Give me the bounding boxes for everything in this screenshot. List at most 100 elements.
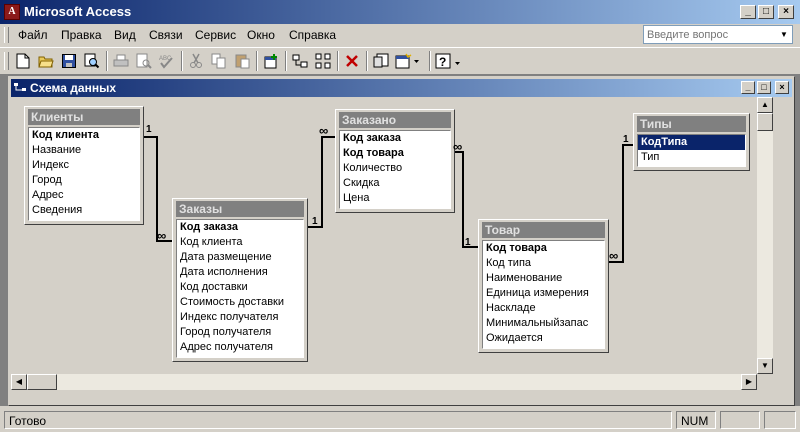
maximize-button[interactable]: □ bbox=[758, 5, 774, 19]
minimize-button[interactable]: _ bbox=[740, 5, 756, 19]
table-types[interactable]: Типы КодТипа Тип bbox=[633, 113, 750, 171]
menu-relationships[interactable]: Связи bbox=[149, 28, 183, 42]
toolbar: ABC ? bbox=[0, 47, 800, 74]
close-button[interactable]: × bbox=[778, 5, 794, 19]
menu-view[interactable]: Вид bbox=[114, 28, 136, 42]
help-icon[interactable]: ? bbox=[433, 51, 465, 71]
field-item[interactable]: Тип bbox=[638, 150, 745, 165]
print-preview-icon[interactable] bbox=[133, 51, 155, 71]
field-item[interactable]: Название bbox=[29, 143, 139, 158]
menu-window[interactable]: Окно bbox=[247, 28, 275, 42]
menu-help[interactable]: Справка bbox=[289, 28, 336, 42]
field-item[interactable]: Код доставки bbox=[177, 280, 303, 295]
field-item[interactable]: Стоимость доставки bbox=[177, 295, 303, 310]
menu-edit[interactable]: Правка bbox=[61, 28, 102, 42]
show-direct-icon[interactable] bbox=[289, 51, 311, 71]
field-item[interactable]: Скидка bbox=[340, 176, 450, 191]
field-item[interactable]: Код товара bbox=[483, 241, 604, 256]
show-all-icon[interactable] bbox=[312, 51, 334, 71]
relationships-window-title-bar[interactable]: Схема данных _ □ × bbox=[11, 79, 792, 97]
field-item[interactable]: Минимальныйзапас bbox=[483, 316, 604, 331]
field-item[interactable]: Город получателя bbox=[177, 325, 303, 340]
app-title: Microsoft Access bbox=[24, 4, 132, 19]
field-item[interactable]: Наскладе bbox=[483, 301, 604, 316]
table-products[interactable]: Товар Код товара Код типа Наименование Е… bbox=[478, 219, 609, 353]
table-title[interactable]: Типы bbox=[637, 116, 746, 132]
horizontal-scrollbar[interactable]: ◀ ▶ bbox=[11, 374, 757, 390]
field-item[interactable]: Количество bbox=[340, 161, 450, 176]
field-item[interactable]: Дата исполнения bbox=[177, 265, 303, 280]
table-title[interactable]: Товар bbox=[482, 222, 605, 238]
field-item[interactable]: Адрес bbox=[29, 188, 139, 203]
menu-grip[interactable] bbox=[4, 27, 9, 43]
field-list: КодТипа Тип bbox=[637, 134, 746, 167]
cut-icon[interactable] bbox=[185, 51, 207, 71]
field-item[interactable]: Индекс получателя bbox=[177, 310, 303, 325]
chevron-down-icon[interactable]: ▼ bbox=[777, 27, 791, 42]
field-item[interactable]: Адрес получателя bbox=[177, 340, 303, 355]
relationships-window-title: Схема данных bbox=[30, 81, 116, 95]
scroll-up-icon[interactable]: ▲ bbox=[757, 97, 773, 113]
field-item[interactable]: Сведения bbox=[29, 203, 139, 218]
field-item[interactable]: Наименование bbox=[483, 271, 604, 286]
table-title[interactable]: Заказано bbox=[339, 112, 451, 128]
field-item[interactable]: Единица измерения bbox=[483, 286, 604, 301]
menu-tools[interactable]: Сервис bbox=[195, 28, 236, 42]
field-list: Код заказа Код клиента Дата размещение Д… bbox=[176, 219, 304, 358]
vertical-scroll-thumb[interactable] bbox=[757, 113, 773, 131]
field-item[interactable]: Код товара bbox=[340, 146, 450, 161]
table-ordered[interactable]: Заказано Код заказа Код товара Количеств… bbox=[335, 109, 455, 213]
scroll-right-icon[interactable]: ▶ bbox=[741, 374, 757, 390]
show-table-icon[interactable] bbox=[260, 51, 282, 71]
field-list: Код клиента Название Индекс Город Адрес … bbox=[28, 127, 140, 221]
status-num: NUM bbox=[676, 411, 716, 429]
toolbar-grip[interactable] bbox=[4, 52, 9, 70]
paste-icon[interactable] bbox=[231, 51, 253, 71]
field-item[interactable]: Ожидается bbox=[483, 331, 604, 346]
field-item[interactable]: Цена bbox=[340, 191, 450, 206]
field-item[interactable]: Код заказа bbox=[340, 131, 450, 146]
access-logo-icon: A bbox=[4, 4, 20, 20]
child-maximize-button[interactable]: □ bbox=[757, 81, 771, 94]
scroll-left-icon[interactable]: ◀ bbox=[11, 374, 27, 390]
delete-icon[interactable] bbox=[341, 51, 363, 71]
field-item[interactable]: Код заказа bbox=[177, 220, 303, 235]
status-text: Готово bbox=[4, 411, 672, 429]
save-icon[interactable] bbox=[58, 51, 80, 71]
child-close-button[interactable]: × bbox=[775, 81, 789, 94]
field-item-selected[interactable]: КодТипа bbox=[638, 135, 745, 150]
status-panel-empty bbox=[764, 411, 796, 429]
svg-text:?: ? bbox=[439, 55, 446, 69]
child-minimize-button[interactable]: _ bbox=[741, 81, 755, 94]
copy-icon[interactable] bbox=[208, 51, 230, 71]
field-list: Код товара Код типа Наименование Единица… bbox=[482, 240, 605, 349]
field-item[interactable]: Код клиента bbox=[29, 128, 139, 143]
table-title[interactable]: Клиенты bbox=[28, 109, 140, 125]
open-icon[interactable] bbox=[35, 51, 57, 71]
field-item[interactable]: Дата размещение bbox=[177, 250, 303, 265]
field-item[interactable]: Индекс bbox=[29, 158, 139, 173]
app-title-bar: A Microsoft Access _ □ × bbox=[0, 0, 800, 24]
horizontal-scroll-thumb[interactable] bbox=[27, 374, 57, 390]
relationships-report-icon[interactable] bbox=[370, 51, 392, 71]
table-clients[interactable]: Клиенты Код клиента Название Индекс Горо… bbox=[24, 106, 144, 225]
table-orders[interactable]: Заказы Код заказа Код клиента Дата разме… bbox=[172, 198, 308, 362]
field-item[interactable]: Код клиента bbox=[177, 235, 303, 250]
table-title[interactable]: Заказы bbox=[176, 201, 304, 217]
field-item[interactable]: Код типа bbox=[483, 256, 604, 271]
ask-question-input[interactable] bbox=[644, 26, 777, 43]
print-icon[interactable] bbox=[110, 51, 132, 71]
relationships-window-icon bbox=[14, 83, 26, 91]
vertical-scrollbar[interactable]: ▲ ▼ bbox=[757, 97, 773, 374]
search-icon[interactable] bbox=[81, 51, 103, 71]
field-item[interactable]: Город bbox=[29, 173, 139, 188]
scroll-down-icon[interactable]: ▼ bbox=[757, 358, 773, 374]
relationships-canvas: Клиенты Код клиента Название Индекс Горо… bbox=[11, 97, 755, 374]
menu-file[interactable]: Файл bbox=[18, 28, 48, 42]
scroll-corner bbox=[757, 374, 773, 390]
status-bar: Готово NUM bbox=[0, 408, 800, 432]
new-object-icon[interactable] bbox=[393, 51, 423, 71]
ask-question-box[interactable]: ▼ bbox=[643, 25, 793, 44]
spelling-icon[interactable]: ABC bbox=[156, 51, 178, 71]
new-icon[interactable] bbox=[12, 51, 34, 71]
